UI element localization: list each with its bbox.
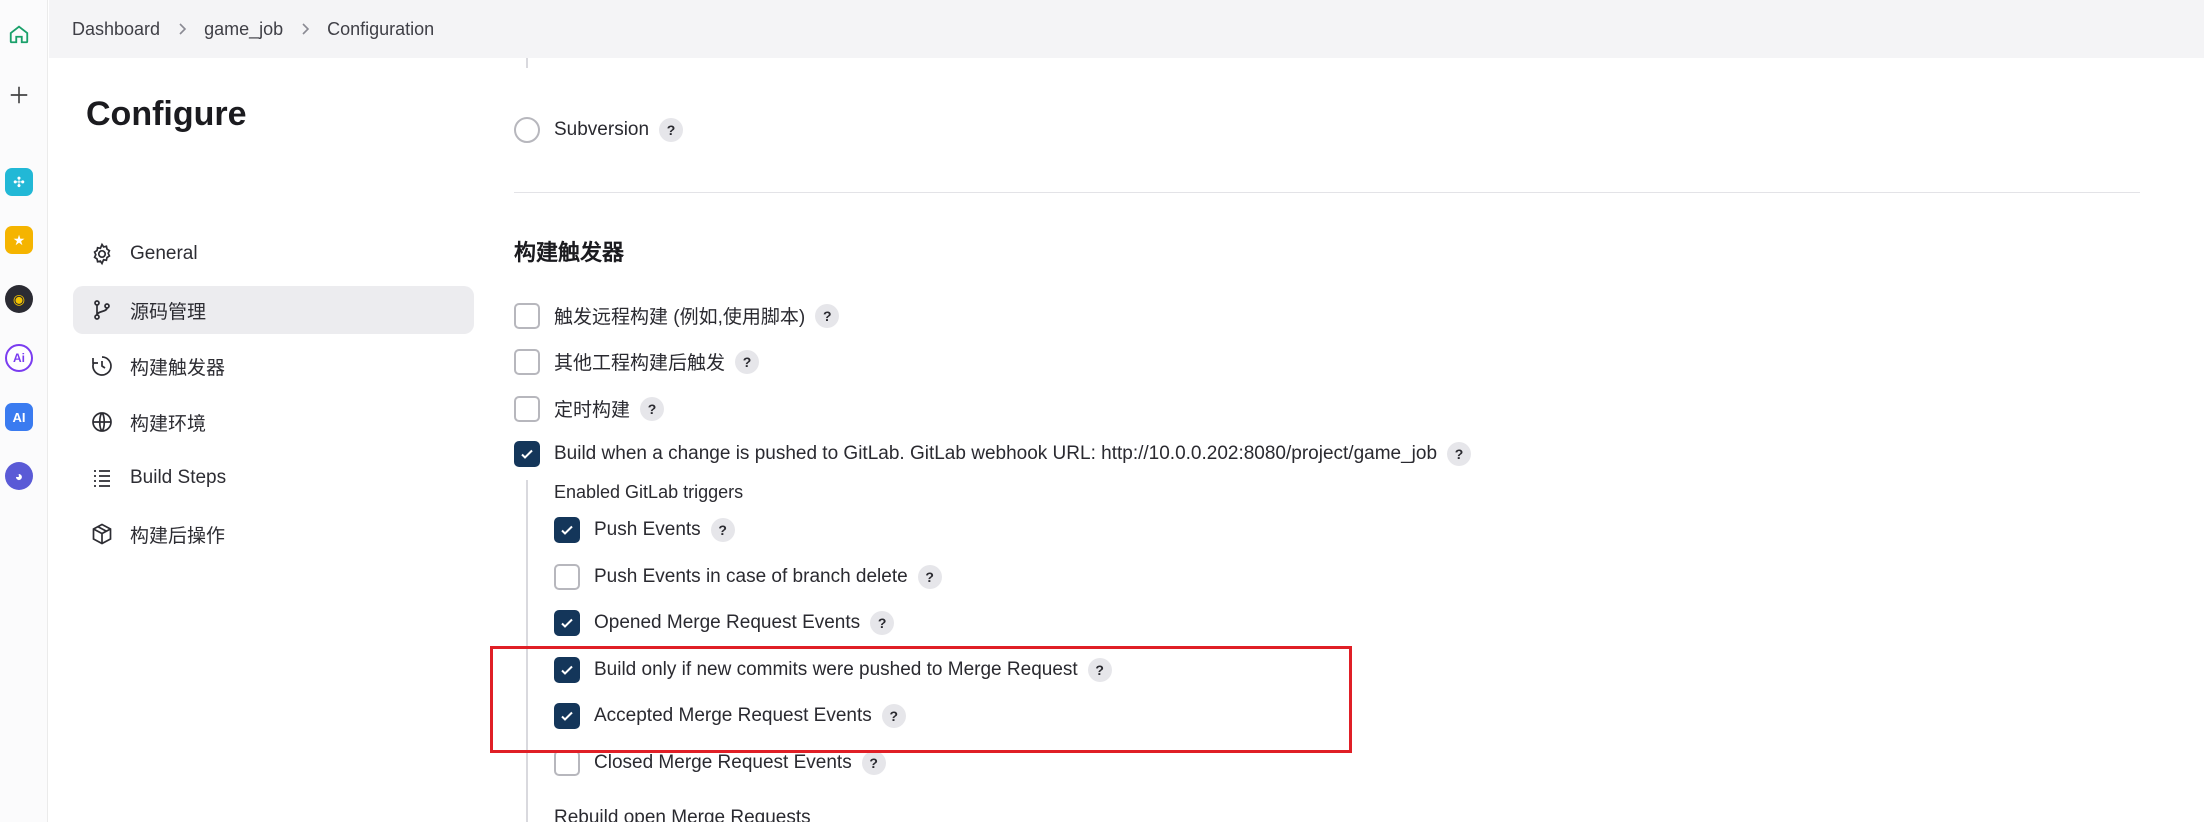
checkbox[interactable] [514,348,540,375]
nav-item-post-build[interactable]: 构建后操作 [73,510,474,558]
help-icon[interactable]: ? [1447,442,1472,466]
branch-icon [89,297,115,323]
check-icon [521,449,533,459]
checkbox-checked[interactable] [554,517,580,543]
app-rail: ✣ ★ ◉ Ai AI ◕ [0,0,48,822]
checkbox-checked[interactable] [554,610,580,636]
breadcrumb-job[interactable]: game_job [204,19,283,40]
gitlab-trigger-branch-delete: Push Events in case of branch delete ? [554,564,942,590]
app-icon-4[interactable]: Ai [5,344,33,372]
checkbox-label: 其他工程构建后触发 [554,353,726,374]
plus-icon[interactable] [4,80,34,110]
gitlab-triggers-label: Enabled GitLab triggers [554,482,744,502]
home-icon[interactable] [4,19,34,49]
checkbox-label: Push Events [594,519,701,540]
gear-icon [89,241,115,267]
help-icon[interactable]: ? [710,518,735,542]
help-icon[interactable]: ? [640,396,665,421]
breadcrumb: Dashboard game_job Configuration [49,0,2204,58]
checkbox[interactable] [514,395,540,422]
section-divider [514,192,2140,193]
nav-item-label: 构建环境 [130,413,207,435]
trigger-gitlab-push: Build when a change is pushed to GitLab.… [514,441,1472,467]
scm-option-subversion: Subversion ? [514,117,684,143]
nav-item-label: Build Steps [130,467,227,488]
nav-item-label: 构建触发器 [130,357,226,379]
checkbox[interactable] [554,750,580,776]
nav-item-label: 源码管理 [130,301,207,323]
app-icon-5[interactable]: AI [5,403,33,431]
section-title-triggers: 构建触发器 [514,240,625,265]
gitlab-trigger-opened-mr: Opened Merge Request Events ? [554,610,895,636]
nav-item-environment[interactable]: 构建环境 [73,398,474,446]
checkbox-checked[interactable] [514,441,540,467]
help-icon[interactable]: ? [815,303,840,328]
breadcrumb-dashboard[interactable]: Dashboard [72,19,160,40]
chevron-right-icon [177,22,187,36]
section-guide-line [526,58,528,68]
highlight-annotation-box [490,646,1352,753]
nav-item-label: General [130,243,198,264]
help-icon[interactable]: ? [659,118,684,142]
nav-item-label: 构建后操作 [130,525,226,547]
trigger-upstream: 其他工程构建后触发 ? [514,348,760,375]
checkbox[interactable] [514,302,540,329]
checkbox-label: Rebuild open Merge Requests [554,808,811,822]
help-icon[interactable]: ? [870,611,895,635]
checkbox-label: 定时构建 [554,400,631,421]
gitlab-trigger-rebuild-partial: Rebuild open Merge Requests [554,808,811,822]
app-icon-3[interactable]: ◉ [5,285,33,313]
checkbox-label: Build when a change is pushed to GitLab.… [554,443,1438,464]
config-sidebar: General 源码管理 构建触发器 构建环境 Build Steps 构建后操… [73,230,474,566]
globe-icon [89,409,115,435]
clock-icon [89,353,115,379]
trigger-remote: 触发远程构建 (例如,使用脚本) ? [514,302,840,329]
jenkins-configure-page: ✣ ★ ◉ Ai AI ◕ Dashboard game_job Configu… [0,0,2204,822]
checkbox-label: 触发远程构建 (例如,使用脚本) [554,307,806,328]
check-icon [561,525,573,535]
gitlab-trigger-push: Push Events ? [554,517,735,543]
subversion-label: Subversion [554,119,650,140]
nav-item-general[interactable]: General [73,230,474,278]
gitlab-trigger-closed-mr: Closed Merge Request Events ? [554,750,886,776]
help-icon[interactable]: ? [861,751,886,775]
subversion-radio[interactable] [514,117,540,143]
list-icon [89,465,115,491]
page-title: Configure [86,95,247,133]
package-icon [89,521,115,547]
chevron-right-icon [300,22,310,36]
help-icon[interactable]: ? [917,565,942,589]
check-icon [561,618,573,628]
checkbox[interactable] [554,564,580,590]
trigger-periodic: 定时构建 ? [514,395,665,422]
help-icon[interactable]: ? [735,349,760,374]
app-icon-2[interactable]: ★ [5,226,33,254]
app-icon-6[interactable]: ◕ [5,462,33,490]
app-icon-1[interactable]: ✣ [5,168,33,196]
nav-item-build-steps[interactable]: Build Steps [73,454,474,502]
checkbox-label: Push Events in case of branch delete [594,566,908,587]
breadcrumb-configuration[interactable]: Configuration [327,19,434,40]
checkbox-label: Closed Merge Request Events [594,752,852,773]
nav-item-scm[interactable]: 源码管理 [73,286,474,334]
checkbox-label: Opened Merge Request Events [594,612,861,633]
nav-item-triggers[interactable]: 构建触发器 [73,342,474,390]
